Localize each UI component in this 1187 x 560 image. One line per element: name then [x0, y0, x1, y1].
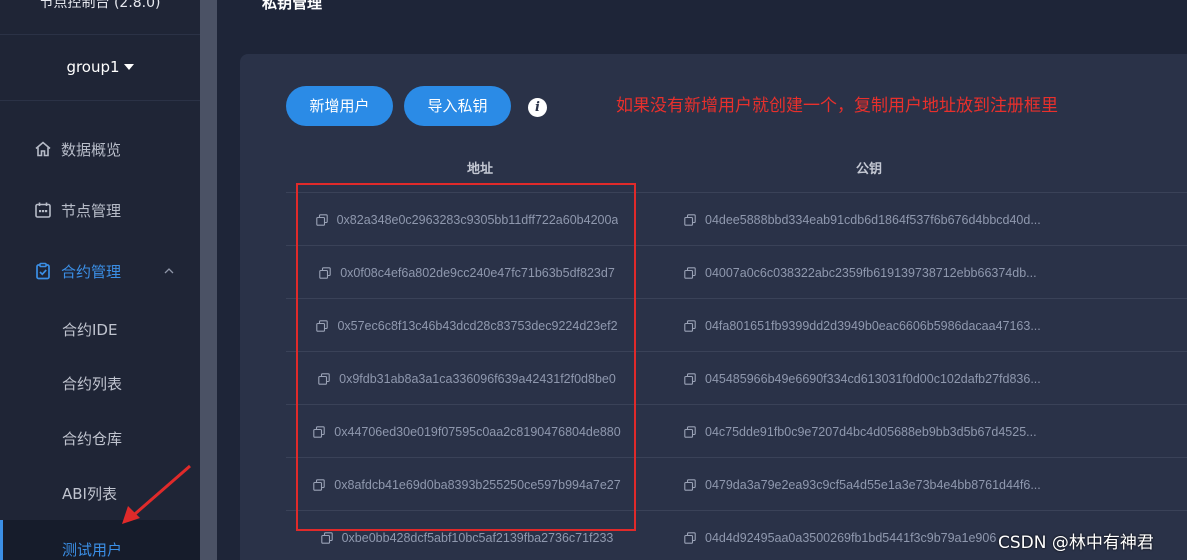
address-text: 0x57ec6c8f13c46b43dcd28c83753dec9224d23e…: [337, 318, 618, 333]
public-key-text: 045485966b49e6690f334cd613031f0d00c102da…: [705, 371, 1041, 386]
sidebar-item-label: 合约管理: [61, 262, 122, 281]
address-cell: 0x0f08c4ef6a802de9cc240e47fc71b63b5df823…: [286, 246, 648, 299]
address-cell: 0xbe0bb428dcf5abf10bc5af2139fba2736c71f2…: [286, 511, 648, 560]
public-key-cell: 04fa801651fb9399dd2d3949b0eac6606b5986da…: [684, 299, 1187, 352]
table-row: 0x0f08c4ef6a802de9cc240e47fc71b63b5df823…: [286, 246, 1187, 299]
sidebar-item-nodes[interactable]: 节点管理: [0, 190, 200, 230]
public-key-text: 04d4d92495aa0a3500269fb1bd5441f3c9b79a1e…: [705, 530, 997, 545]
copy-icon[interactable]: [684, 319, 696, 332]
divider: [0, 34, 200, 35]
sidebar-subitem-label: 合约列表: [62, 375, 123, 393]
address-text: 0x0f08c4ef6a802de9cc240e47fc71b63b5df823…: [340, 265, 615, 280]
sidebar-item-contracts[interactable]: 合约管理: [0, 251, 200, 291]
copy-icon[interactable]: [316, 319, 329, 332]
watermark: CSDN @林中有神君: [998, 533, 1154, 553]
copy-icon[interactable]: [313, 478, 326, 491]
sidebar-subitem-contract-list[interactable]: 合约列表: [0, 363, 200, 403]
address-text: 0x44706ed30e019f07595c0aa2c8190476804de8…: [334, 424, 621, 439]
public-key-text: 04fa801651fb9399dd2d3949b0eac6606b5986da…: [705, 318, 1041, 333]
copy-icon[interactable]: [684, 425, 696, 438]
copy-icon[interactable]: [313, 425, 326, 438]
copy-icon[interactable]: [684, 478, 696, 491]
copy-icon[interactable]: [320, 531, 333, 544]
public-key-text: 0479da3a79e2ea93c9cf5a4d55e1a3e73b4e4bb8…: [705, 477, 1041, 492]
group-select[interactable]: group1: [0, 54, 200, 80]
home-icon: [35, 141, 51, 157]
column-header-address: 地址: [467, 162, 494, 177]
address-text: 0x9fdb31ab8a3a1ca336096f639a42431f2f0d8b…: [339, 371, 616, 386]
info-icon[interactable]: i: [528, 98, 547, 117]
page-title: 私钥管理: [262, 0, 323, 12]
copy-icon[interactable]: [684, 266, 696, 279]
address-cell: 0x57ec6c8f13c46b43dcd28c83753dec9224d23e…: [286, 299, 648, 352]
table-row: 0x44706ed30e019f07595c0aa2c8190476804de8…: [286, 405, 1187, 458]
table-row: 0x8afdcb41e69d0ba8393b255250ce597b994a7e…: [286, 458, 1187, 511]
annotation-arrow-icon: [122, 464, 191, 524]
public-key-cell: 04007a0c6c038322abc2359fb619139738712ebb…: [684, 246, 1187, 299]
sidebar-subitem-contract-repo[interactable]: 合约仓库: [0, 418, 200, 458]
divider: [0, 100, 200, 101]
calendar-icon: [35, 202, 51, 218]
copy-icon[interactable]: [318, 372, 330, 385]
public-key-cell: 04c75dde91fb0c9e7207d4bc4d05688eb9bb3d5b…: [684, 405, 1187, 458]
table-row: 0x57ec6c8f13c46b43dcd28c83753dec9224d23e…: [286, 299, 1187, 352]
annotation-note: 如果没有新增用户就创建一个，复制用户地址放到注册框里: [616, 96, 1058, 116]
copy-icon[interactable]: [684, 531, 696, 544]
address-cell: 0x44706ed30e019f07595c0aa2c8190476804de8…: [286, 405, 648, 458]
app-title: 节点控制台 (2.8.0): [39, 0, 161, 11]
table-row: 0x82a348e0c2963283c9305bb11dff722a60b420…: [286, 193, 1187, 246]
sidebar-item-label: 数据概览: [61, 140, 122, 159]
import-key-button[interactable]: 导入私钥: [404, 86, 511, 126]
chevron-up-icon: [164, 268, 174, 274]
group-label: group1: [66, 58, 120, 76]
address-text: 0x8afdcb41e69d0ba8393b255250ce597b994a7e…: [334, 477, 621, 492]
copy-icon[interactable]: [319, 266, 331, 279]
copy-icon[interactable]: [684, 372, 696, 385]
column-header-public-key: 公钥: [856, 162, 883, 177]
sidebar-scrollbar[interactable]: [200, 0, 217, 560]
table-row: 0x9fdb31ab8a3a1ca336096f639a42431f2f0d8b…: [286, 352, 1187, 405]
public-key-text: 04007a0c6c038322abc2359fb619139738712ebb…: [705, 265, 1037, 280]
clipboard-check-icon: [36, 262, 50, 280]
public-key-text: 04dee5888bbd334eab91cdb6d1864f537f6b676d…: [705, 212, 1041, 227]
public-key-cell: 04dee5888bbd334eab91cdb6d1864f537f6b676d…: [684, 193, 1187, 246]
address-cell: 0x82a348e0c2963283c9305bb11dff722a60b420…: [286, 193, 648, 246]
address-cell: 0x9fdb31ab8a3a1ca336096f639a42431f2f0d8b…: [286, 352, 648, 405]
sidebar-item-overview[interactable]: 数据概览: [0, 129, 200, 169]
sidebar-subitem-contract-ide[interactable]: 合约IDE: [0, 309, 200, 349]
public-key-cell: 0479da3a79e2ea93c9cf5a4d55e1a3e73b4e4bb8…: [684, 458, 1187, 511]
sidebar-subitem-label: ABI列表: [62, 485, 117, 503]
address-text: 0xbe0bb428dcf5abf10bc5af2139fba2736c71f2…: [341, 530, 614, 545]
address-text: 0x82a348e0c2963283c9305bb11dff722a60b420…: [336, 212, 619, 227]
sidebar-item-label: 节点管理: [61, 201, 122, 220]
sidebar-subitem-label: 合约仓库: [62, 430, 123, 448]
copy-icon[interactable]: [315, 213, 328, 226]
caret-down-icon: [123, 64, 134, 70]
public-key-text: 04c75dde91fb0c9e7207d4bc4d05688eb9bb3d5b…: [705, 424, 1037, 439]
address-cell: 0x8afdcb41e69d0ba8393b255250ce597b994a7e…: [286, 458, 648, 511]
sidebar-subitem-test-users[interactable]: 测试用户: [0, 520, 200, 560]
copy-icon[interactable]: [684, 213, 696, 226]
public-key-cell: 045485966b49e6690f334cd613031f0d00c102da…: [684, 352, 1187, 405]
add-user-button[interactable]: 新增用户: [286, 86, 393, 126]
sidebar-subitem-label: 测试用户: [62, 541, 123, 559]
sidebar-subitem-label: 合约IDE: [62, 321, 118, 339]
